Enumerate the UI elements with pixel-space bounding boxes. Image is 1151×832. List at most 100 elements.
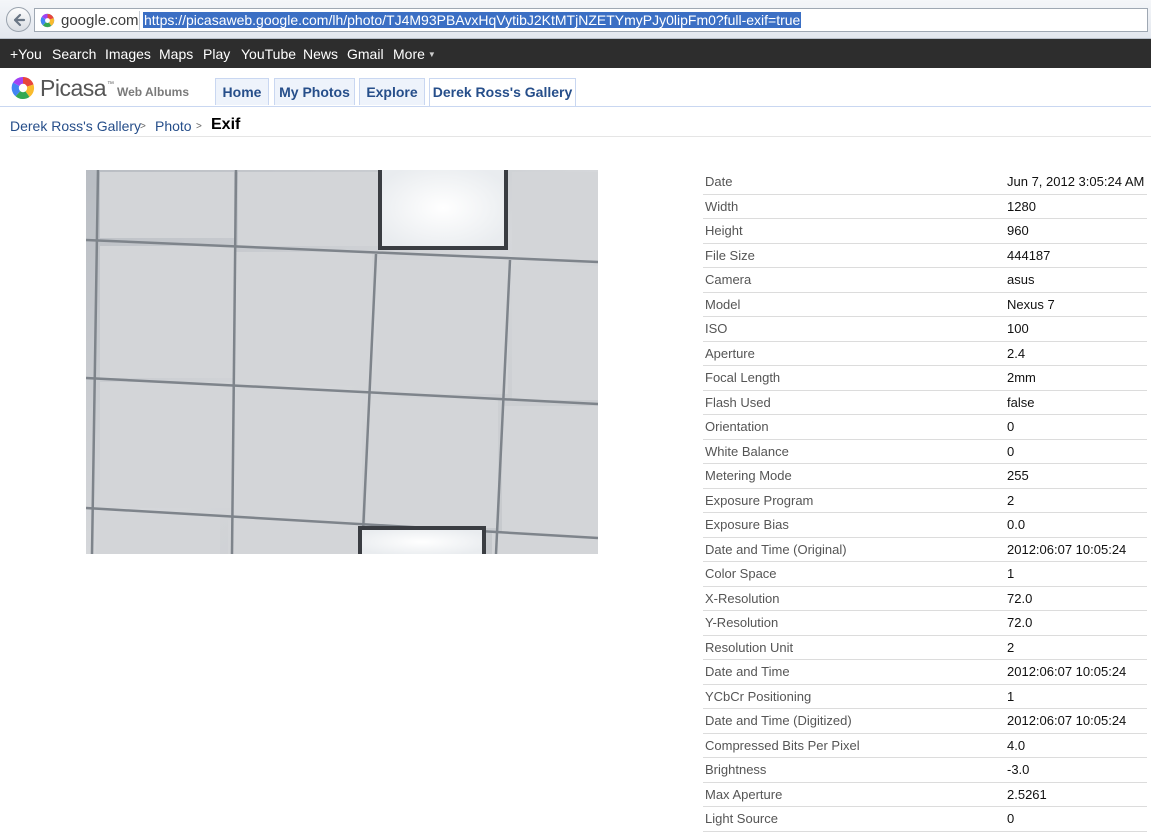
tab-label: My Photos [279, 84, 350, 100]
picasa-logo-text: Picasa [40, 75, 107, 101]
exif-value: 2 [1007, 639, 1015, 655]
web-albums-subtitle: Web Albums [117, 85, 190, 99]
ceiling-photo-graphic [86, 170, 598, 554]
gbar-item-maps[interactable]: Maps [159, 46, 193, 62]
exif-value: 0 [1007, 443, 1015, 459]
tab-derek-ross-gallery[interactable]: Derek Ross's Gallery [429, 78, 576, 106]
url-field[interactable]: google.com https://picasaweb.google.com/… [34, 8, 1148, 32]
exif-value: 1 [1007, 688, 1015, 704]
exif-key: Model [705, 296, 741, 312]
exif-row: Date and Time 2012:06:07 10:05:24 [703, 660, 1147, 685]
exif-value: 2mm [1007, 370, 1036, 385]
exif-row: File Size 444187 [703, 244, 1147, 268]
exif-value: -3.0 [1007, 762, 1030, 777]
exif-value: 444187 [1007, 247, 1051, 263]
exif-row: Date and Time (Original) 2012:06:07 10:05… [703, 538, 1147, 562]
exif-table: Date Jun 7, 2012 3:05:24 AM Width 1280 Hei… [703, 170, 1147, 832]
exif-value: false [1007, 394, 1035, 410]
exif-row: Resolution Unit 2 [703, 636, 1147, 660]
exif-value: 72.0 [1007, 615, 1033, 630]
tab-label: Derek Ross's Gallery [432, 84, 573, 100]
breadcrumb-photo-link[interactable]: Photo [155, 118, 192, 134]
gbar-item-you[interactable]: +You [10, 46, 42, 62]
exif-row: Brightness -3.0 [703, 758, 1147, 783]
exif-key: Compressed Bits Per Pixel [705, 737, 860, 753]
picasa-logo-icon[interactable] [11, 76, 35, 100]
breadcrumb-gallery-link[interactable]: Derek Ross's Gallery [10, 118, 141, 134]
exif-key: Date and Time (Original) [705, 541, 847, 557]
exif-value: 100 [1007, 321, 1029, 336]
exif-row: White Balance 0 [703, 440, 1147, 464]
exif-key: Orientation [705, 419, 769, 434]
exif-row: Light Source 0 [703, 807, 1147, 832]
tab-label: Explore [366, 84, 418, 100]
exif-key: Resolution Unit [705, 639, 794, 655]
exif-key: Color Space [705, 566, 777, 581]
exif-key: X-Resolution [705, 590, 780, 606]
browser-address-bar: google.com https://picasaweb.google.com/… [0, 0, 1151, 39]
exif-row: Focal Length 2mm [703, 366, 1147, 391]
exif-row: YCbCr Positioning 1 [703, 685, 1147, 709]
exif-row: Date and Time (Digitized) 2012:06:07 10:0… [703, 709, 1147, 734]
exif-row: Compressed Bits Per Pixel 4.0 [703, 734, 1147, 758]
exif-value: 1 [1007, 566, 1015, 581]
exif-key: Flash Used [705, 394, 771, 410]
exif-value: 0 [1007, 419, 1015, 434]
breadcrumb-current: Exif [211, 116, 241, 133]
back-button[interactable] [6, 7, 31, 32]
breadcrumb-separator: > [140, 121, 146, 132]
tab-home[interactable]: Home [215, 78, 269, 105]
exif-row: Max Aperture 2.5261 [703, 783, 1147, 807]
url-text[interactable]: https://picasaweb.google.com/lh/photo/TJ… [143, 12, 802, 28]
exif-value: 4.0 [1007, 737, 1026, 753]
exif-value: asus [1007, 272, 1035, 287]
exif-value: 0.0 [1007, 517, 1026, 532]
exif-value: 2012:06:07 10:05:24 [1007, 664, 1127, 679]
exif-row: X-Resolution 72.0 [703, 587, 1147, 611]
exif-row: Color Space 1 [703, 562, 1147, 587]
exif-key: Width [705, 198, 739, 214]
exif-row: Camera asus [703, 268, 1147, 293]
exif-row: Width 1280 [703, 195, 1147, 219]
exif-key: Exposure Program [705, 492, 814, 508]
gbar-item-images[interactable]: Images [105, 46, 151, 62]
exif-value: 255 [1007, 468, 1029, 483]
exif-value: Jun 7, 2012 3:05:24 AM [1007, 174, 1145, 189]
exif-key: Date and Time [705, 664, 790, 679]
exif-row: Exposure Bias 0.0 [703, 513, 1147, 538]
photo-image[interactable] [86, 170, 598, 554]
tab-my-photos[interactable]: My Photos [274, 78, 355, 105]
gbar-item-play[interactable]: Play [203, 46, 230, 62]
exif-value: 2012:06:07 10:05:24 [1007, 541, 1127, 557]
trademark-mark: ™ [107, 81, 114, 88]
gbar-item-youtube[interactable]: YouTube [241, 46, 296, 62]
exif-key: Date [705, 174, 733, 189]
exif-row: Flash Used false [703, 391, 1147, 415]
exif-row: Y-Resolution 72.0 [703, 611, 1147, 636]
gbar-more-label: More [393, 46, 425, 62]
exif-value: Nexus 7 [1007, 296, 1055, 312]
exif-row: Height 960 [703, 219, 1147, 244]
exif-row: Aperture 2.4 [703, 342, 1147, 366]
exif-value: 2.5261 [1007, 786, 1047, 802]
gbar-item-more[interactable]: More ▼ [393, 46, 436, 62]
exif-key: Aperture [705, 345, 755, 361]
gbar-item-news[interactable]: News [303, 46, 338, 62]
exif-row: Orientation 0 [703, 415, 1147, 440]
dropdown-caret-icon: ▼ [427, 50, 436, 59]
tab-explore[interactable]: Explore [359, 78, 425, 105]
exif-value: 0 [1007, 811, 1015, 826]
exif-value: 2 [1007, 492, 1015, 508]
gbar-item-search[interactable]: Search [52, 46, 96, 62]
gbar-item-gmail[interactable]: Gmail [347, 46, 384, 62]
back-arrow-icon [13, 13, 26, 27]
exif-row: Metering Mode 255 [703, 464, 1147, 489]
exif-key: Focal Length [705, 370, 781, 385]
exif-key: Brightness [705, 762, 767, 777]
exif-key: Camera [705, 272, 752, 287]
exif-row: ISO 100 [703, 317, 1147, 342]
exif-value: 960 [1007, 223, 1029, 238]
exif-value: 2012:06:07 10:05:24 [1007, 713, 1127, 728]
breadcrumb: Derek Ross's Gallery > Photo > Exif [10, 116, 1151, 137]
exif-key: Max Aperture [705, 786, 783, 802]
